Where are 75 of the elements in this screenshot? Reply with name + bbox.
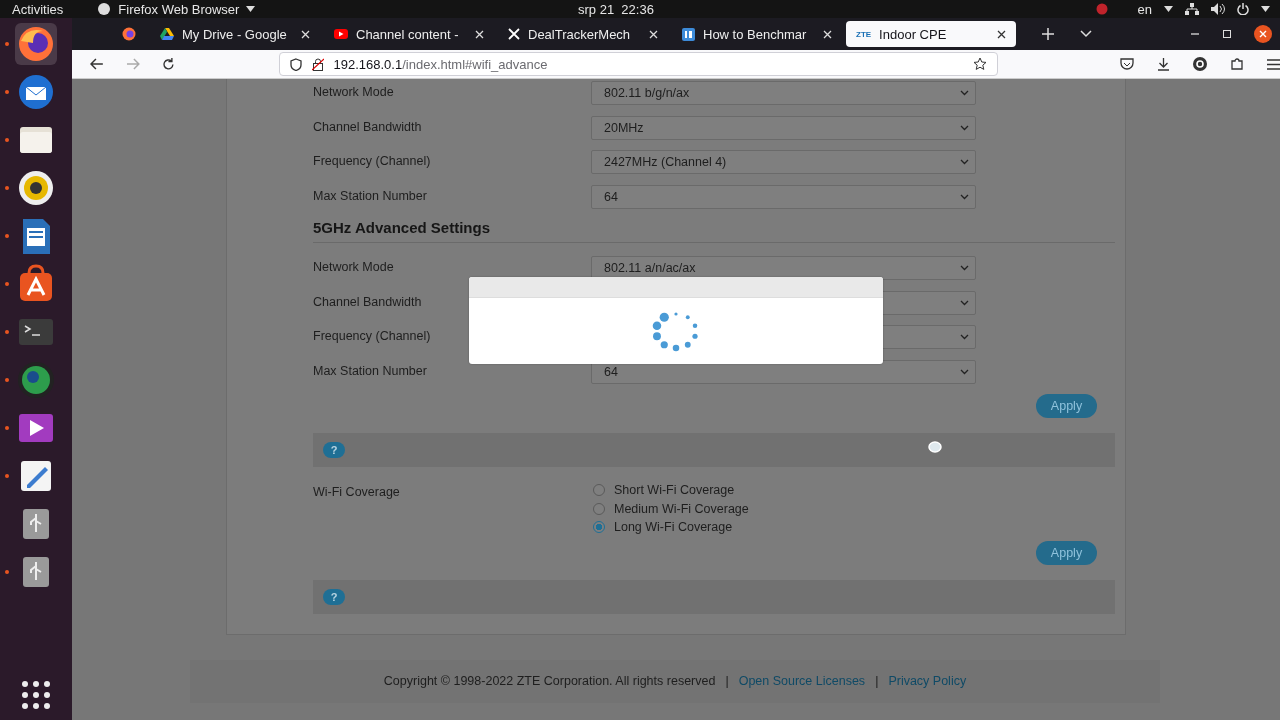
help-button[interactable]: ?: [323, 442, 345, 458]
dropdown[interactable]: 802.11 b/g/n/ax: [591, 81, 976, 105]
lock-icon[interactable]: [311, 57, 324, 71]
record-icon: [1095, 3, 1108, 15]
apply-button[interactable]: Apply: [1036, 540, 1097, 565]
x-logo-icon: [508, 28, 520, 40]
back-icon[interactable]: [90, 58, 104, 70]
dropdown[interactable]: 20MHz: [591, 115, 976, 140]
maximize-icon[interactable]: [1222, 29, 1232, 39]
chevron-down-icon[interactable]: [1080, 30, 1092, 38]
language-menu[interactable]: en: [1137, 1, 1152, 17]
chevron-down-icon: [960, 299, 969, 306]
help-button[interactable]: ?: [323, 588, 345, 605]
setting-label: Frequency (Channel): [313, 154, 432, 170]
dropdown[interactable]: 802.11 a/n/ac/ax: [591, 256, 976, 280]
browser-tab[interactable]: How to Benchmar: [672, 21, 842, 47]
setting-label: Wi-Fi Coverage: [313, 485, 401, 501]
shield-icon[interactable]: [289, 57, 302, 71]
drive-icon: [160, 27, 174, 41]
chevron-down-icon: [960, 334, 969, 340]
caret-icon: [1261, 6, 1270, 12]
setting-label: Network Mode: [313, 260, 395, 276]
radio-option[interactable]: Long Wi-Fi Coverage: [593, 520, 893, 535]
radio-button[interactable]: [593, 521, 605, 534]
chevron-down-icon: [960, 368, 969, 375]
account-icon[interactable]: [1193, 57, 1207, 71]
setting-label: Channel Bandwidth: [313, 119, 423, 136]
setting-label: Channel Bandwidth: [313, 294, 423, 311]
browser-tab[interactable]: Channel content -: [324, 21, 494, 47]
chevron-down-icon: [960, 124, 969, 131]
chevron-down-icon: [960, 193, 969, 200]
new-tab-icon[interactable]: [1042, 28, 1054, 40]
radio-button[interactable]: [593, 502, 605, 515]
globe-icon[interactable]: [15, 359, 57, 401]
pocket-icon[interactable]: [1120, 58, 1134, 70]
clock[interactable]: srp 21 22:36: [578, 2, 654, 17]
separator: |: [725, 674, 729, 688]
radio-button[interactable]: [593, 484, 605, 497]
apply-button[interactable]: Apply: [1036, 394, 1097, 418]
browser-tab[interactable]: DealTrackerMech: [498, 21, 668, 47]
app-menu[interactable]: Firefox Web Browser: [97, 1, 256, 17]
apps-grid-icon[interactable]: [21, 680, 51, 710]
chevron-down-icon: [960, 265, 969, 271]
radio-option[interactable]: Short Wi-Fi Coverage: [593, 483, 893, 498]
document-icon: [682, 27, 695, 41]
separator: |: [875, 674, 879, 688]
reload-icon[interactable]: [161, 57, 175, 71]
setting-label: Network Mode: [313, 85, 395, 101]
caret-icon: [1164, 6, 1173, 12]
radio-option[interactable]: Medium Wi-Fi Coverage: [593, 501, 893, 516]
setting-label: Max Station Number: [313, 188, 428, 205]
bookmark-star-icon[interactable]: [973, 57, 987, 71]
menu-icon[interactable]: [1267, 58, 1280, 70]
address-bar[interactable]: 192.168.0.1/index.html#wifi_advance: [278, 52, 998, 76]
browser-tab[interactable]: My Drive - Google: [150, 21, 320, 47]
network-icon[interactable]: [1185, 3, 1199, 15]
favicon: ZTE: [856, 29, 872, 39]
extensions-icon[interactable]: [1230, 57, 1244, 71]
chevron-down-icon: [960, 159, 969, 165]
section-heading: 5GHz Advanced Settings: [313, 219, 491, 236]
dropdown[interactable]: 64: [591, 184, 976, 209]
close-icon[interactable]: [997, 29, 1006, 39]
activities-button[interactable]: Activities: [12, 1, 64, 17]
setting-label: Frequency (Channel): [313, 329, 432, 345]
video-icon: [334, 29, 348, 39]
chevron-down-icon: [960, 90, 969, 96]
power-icon[interactable]: [1237, 3, 1249, 15]
dropdown[interactable]: 2427MHz (Channel 4): [591, 150, 976, 174]
volume-icon[interactable]: [1211, 3, 1225, 15]
setting-label: Max Station Number: [313, 363, 428, 380]
caret-icon: [246, 6, 256, 12]
browser-tab[interactable]: ZTE Indoor CPE: [846, 21, 1016, 47]
close-icon[interactable]: [1254, 25, 1272, 43]
download-icon[interactable]: [1157, 57, 1170, 71]
copyright-text: Copyright © 1998-2022 ZTE Corporation. All rights reserved: [383, 674, 716, 688]
